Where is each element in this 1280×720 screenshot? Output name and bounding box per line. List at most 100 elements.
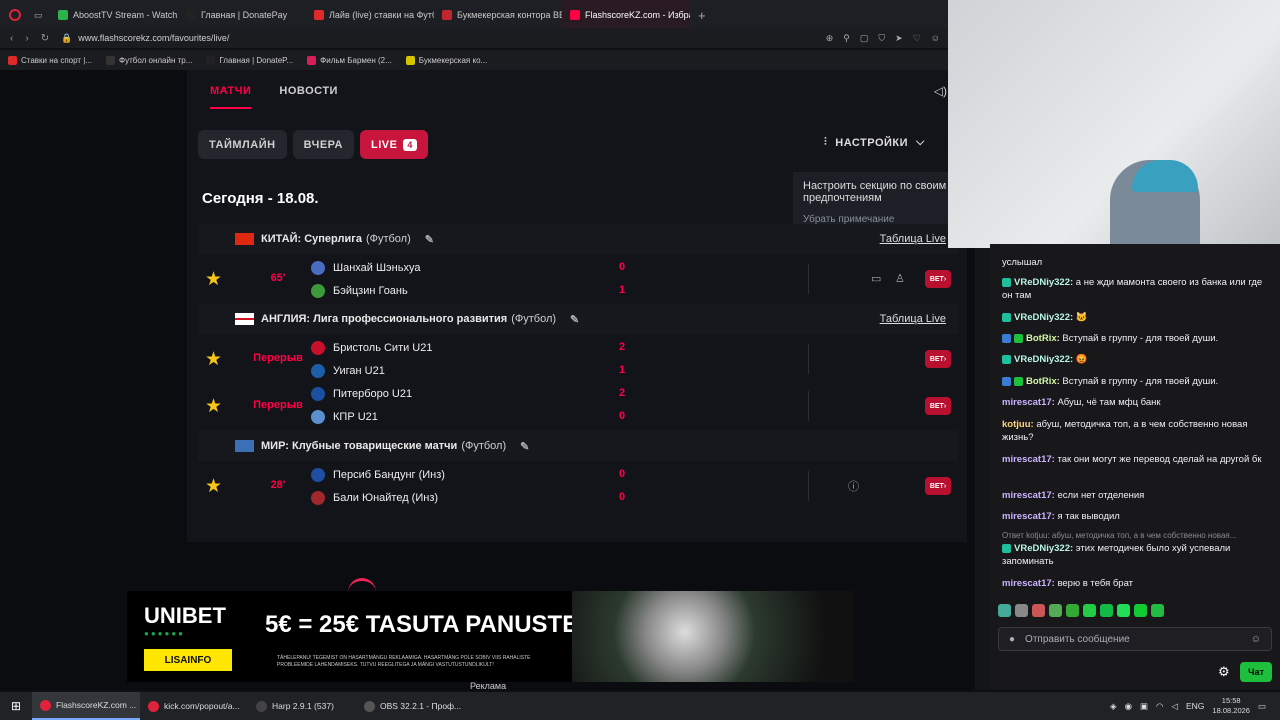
opera-logo-icon[interactable] bbox=[0, 9, 30, 21]
match-row[interactable]: ★ Перерыв Питерборо U21 КПР U21 2 0 BET › bbox=[198, 383, 958, 429]
send-icon[interactable]: ➤ bbox=[895, 33, 903, 44]
tab-matches[interactable]: МАТЧИ bbox=[210, 85, 252, 109]
tv-icon[interactable]: ▭ bbox=[871, 272, 881, 285]
tab-menu-icon[interactable]: ▭ bbox=[34, 10, 43, 21]
bet-button[interactable]: BET › bbox=[925, 477, 951, 495]
chat-username[interactable]: BotRix: bbox=[1026, 333, 1060, 344]
back-icon[interactable]: ‹ bbox=[10, 33, 13, 44]
profile-icon[interactable]: ☺ bbox=[931, 33, 940, 44]
taskbar-item[interactable]: kick.com/popout/a... bbox=[140, 692, 248, 720]
browser-tab[interactable]: AboostTV Stream - Watch bbox=[50, 0, 178, 30]
emote-icon[interactable] bbox=[1032, 604, 1045, 617]
chat-text: Абуш, чё там мфц банк bbox=[1057, 397, 1161, 408]
pin-icon[interactable]: ✎ bbox=[570, 313, 579, 326]
forward-icon[interactable]: › bbox=[25, 33, 28, 44]
tray-icon[interactable]: ◉ bbox=[1125, 701, 1132, 712]
info-icon[interactable]: ⓘ bbox=[848, 478, 859, 494]
emote-icon[interactable] bbox=[1134, 604, 1147, 617]
bookmark[interactable]: Ставки на спорт |... bbox=[8, 55, 92, 65]
zoom-icon[interactable]: ⊕ bbox=[826, 33, 834, 44]
tray-icon[interactable]: ◈ bbox=[1110, 701, 1117, 712]
start-button-icon[interactable]: ⊞ bbox=[0, 699, 32, 713]
ad-banner[interactable]: UNIBET ●●●●●● LISAINFO 5€ = 25€ TASUTA P… bbox=[127, 591, 854, 682]
chat-username[interactable]: VReDNiy322: bbox=[1014, 277, 1073, 288]
bet-button[interactable]: BET › bbox=[925, 397, 951, 415]
ad-cta-button[interactable]: LISAINFO bbox=[144, 649, 232, 671]
notification-icon[interactable]: ▭ bbox=[1258, 701, 1266, 712]
settings-button[interactable]: ⫶ НАСТРОЙКИ ⌵ bbox=[824, 136, 925, 149]
emote-icon[interactable] bbox=[998, 604, 1011, 617]
snapshot-icon[interactable]: ▢ bbox=[860, 33, 869, 44]
emoji-icon[interactable]: ☺ bbox=[1251, 634, 1261, 645]
browser-tab-active[interactable]: FlashscoreKZ.com - Избра bbox=[562, 0, 690, 30]
taskbar-item[interactable]: Harp 2.9.1 (537) bbox=[248, 692, 356, 720]
emote-icon[interactable] bbox=[1049, 604, 1062, 617]
tray-icon[interactable]: ▣ bbox=[1140, 701, 1148, 712]
new-tab-button[interactable]: + bbox=[690, 8, 714, 23]
ad-brand-dots: ●●●●●● bbox=[144, 629, 185, 638]
chat-username[interactable]: VReDNiy322: bbox=[1014, 312, 1073, 323]
volume-icon[interactable]: ◁ bbox=[1171, 701, 1178, 712]
reload-icon[interactable]: ↻ bbox=[41, 33, 49, 44]
url-field[interactable]: www.flashscorekz.com/favourites/live/ bbox=[78, 33, 229, 43]
league-name[interactable]: КИТАЙ: Суперлига bbox=[261, 233, 362, 245]
emote-icon[interactable] bbox=[1066, 604, 1079, 617]
live-table-link[interactable]: Таблица Live bbox=[880, 313, 946, 325]
browser-tab[interactable]: Лайв (live) ставки на Футб bbox=[306, 0, 434, 30]
filter-timeline-button[interactable]: ТАЙМЛАЙН bbox=[198, 130, 287, 159]
pin-icon[interactable]: ✎ bbox=[520, 440, 529, 453]
bookmark[interactable]: Футбол онлайн тр... bbox=[106, 55, 192, 65]
heart-icon[interactable]: ♡ bbox=[913, 33, 921, 44]
chat-username[interactable]: mirescat17: bbox=[1002, 454, 1055, 465]
chat-username[interactable]: mirescat17: bbox=[1002, 578, 1055, 589]
favorite-star-icon[interactable]: ★ bbox=[205, 395, 222, 418]
shirt-icon[interactable]: ♙ bbox=[895, 272, 905, 285]
league-name[interactable]: АНГЛИЯ: Лига профессионального развития bbox=[261, 313, 507, 325]
language-indicator[interactable]: ENG bbox=[1186, 701, 1204, 711]
chat-username[interactable]: BotRix: bbox=[1026, 376, 1060, 387]
chat-username[interactable]: mirescat17: bbox=[1002, 397, 1055, 408]
chat-username[interactable]: kotjuu: bbox=[1002, 419, 1034, 430]
taskbar-item[interactable]: OBS 32.2.1 - Проф... bbox=[356, 692, 464, 720]
tab-news[interactable]: НОВОСТИ bbox=[279, 85, 338, 109]
match-row[interactable]: ★ 28' Персиб Бандунг (Инз) Бали Юнайтед … bbox=[198, 463, 958, 509]
emote-icon[interactable] bbox=[1100, 604, 1113, 617]
bet-button[interactable]: BET › bbox=[925, 350, 951, 368]
chat-username[interactable]: mirescat17: bbox=[1002, 511, 1055, 522]
chat-input[interactable]: ● Отправить сообщение ☺ bbox=[998, 627, 1272, 651]
bookmark[interactable]: Фильм Бармен (2... bbox=[307, 55, 392, 65]
browser-tab[interactable]: Букмекерская контора BE bbox=[434, 0, 562, 30]
chat-badge-icon[interactable]: ● bbox=[1009, 634, 1015, 645]
filter-live-button[interactable]: LIVE 4 bbox=[359, 130, 428, 159]
league-name[interactable]: МИР: Клубные товарищеские матчи bbox=[261, 440, 457, 452]
chat-send-button[interactable]: Чат bbox=[1240, 662, 1272, 682]
favorite-star-icon[interactable]: ★ bbox=[205, 348, 222, 371]
match-row[interactable]: ★ Перерыв Бристоль Сити U21 Уиган U21 2 … bbox=[198, 336, 958, 382]
filter-yesterday-button[interactable]: ВЧЕРА bbox=[292, 130, 354, 159]
chat-username[interactable]: VReDNiy322: bbox=[1014, 543, 1073, 554]
emote-icon[interactable] bbox=[1117, 604, 1130, 617]
browser-tab[interactable]: Главная | DonatePay bbox=[178, 0, 306, 30]
sound-icon[interactable]: ◁) bbox=[934, 84, 947, 98]
gear-icon[interactable]: ⚙ bbox=[1218, 664, 1230, 680]
chat-username[interactable]: mirescat17: bbox=[1002, 490, 1055, 501]
emote-icon[interactable] bbox=[1083, 604, 1096, 617]
clock[interactable]: 15:58 18.08.2026 bbox=[1212, 696, 1250, 716]
match-row[interactable]: ★ 65' Шанхай Шэньхуа Бэйцзин Гоань 0 1 ▭… bbox=[198, 256, 958, 302]
chat-username[interactable]: VReDNiy322: bbox=[1014, 354, 1073, 365]
taskbar-item[interactable]: FlashscoreKZ.com ... bbox=[32, 692, 140, 720]
live-table-link[interactable]: Таблица Live bbox=[880, 233, 946, 245]
pin-icon[interactable]: ⚲ bbox=[843, 33, 850, 44]
favorite-star-icon[interactable]: ★ bbox=[205, 475, 222, 498]
pin-icon[interactable]: ✎ bbox=[425, 233, 434, 246]
browser-tab[interactable]: ▭ bbox=[30, 0, 50, 30]
bookmark[interactable]: Главная | DonateP... bbox=[206, 55, 293, 65]
favorite-star-icon[interactable]: ★ bbox=[205, 268, 222, 291]
emote-icon[interactable] bbox=[1151, 604, 1164, 617]
bet-button[interactable]: BET › bbox=[925, 270, 951, 288]
wifi-icon[interactable]: ◠ bbox=[1156, 701, 1163, 712]
emote-icon[interactable] bbox=[1015, 604, 1028, 617]
bookmark[interactable]: Букмекерская ко... bbox=[405, 55, 487, 65]
shield-icon[interactable]: ⛉ bbox=[878, 33, 885, 44]
tab-favicon bbox=[442, 10, 452, 20]
